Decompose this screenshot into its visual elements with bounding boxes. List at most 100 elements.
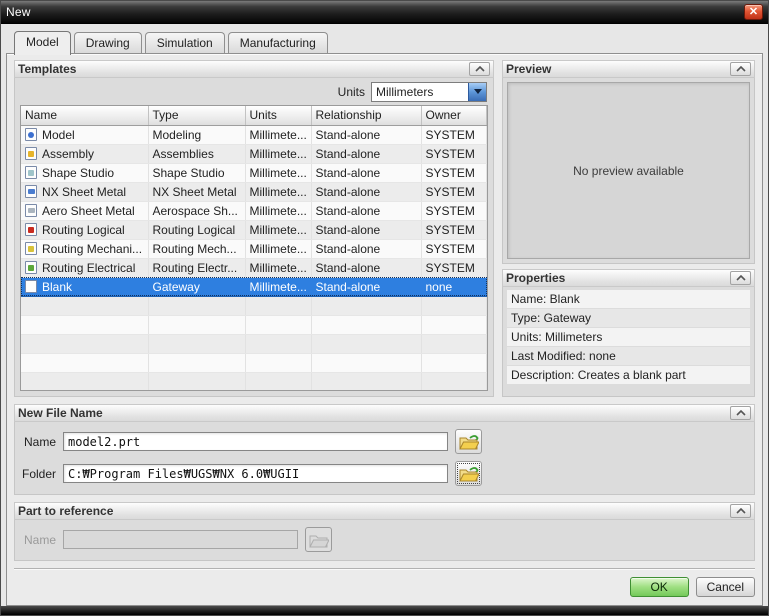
tab-drawing[interactable]: Drawing [73,32,142,54]
routing-mechanical-icon [25,241,37,255]
part-to-reference-header: Part to reference [14,502,755,520]
empty-cell [245,372,312,390]
chevron-up-icon [735,66,746,72]
column-header-name[interactable]: Name [21,106,149,126]
template-row-model[interactable]: Model Modeling Millimete... Stand-alone SYST… [21,125,487,145]
empty-cell [245,315,312,335]
template-row-assembly[interactable]: Assembly Assemblies Millimete... Stand-alon… [21,144,487,164]
property-row: Last Modified: none [507,347,750,365]
chevron-up-icon [474,66,485,72]
template-cell: Stand-alone [311,239,422,259]
empty-cell [245,334,312,354]
template-cell: Millimete... [245,144,312,164]
template-cell: Assemblies [148,144,246,164]
tab-bar: Model Drawing Simulation Manufacturing [6,30,763,55]
empty-cell [21,372,149,390]
empty-cell [21,334,149,354]
template-name-cell: Model [21,125,149,145]
template-row-blank[interactable]: Blank Gateway Millimete... Stand-alone none [21,277,487,297]
empty-cell [21,353,149,373]
dialog-body: Model Drawing Simulation Manufacturing Temp… [1,25,768,606]
new-file-name-header-label: New File Name [18,406,103,420]
reference-name-input [63,530,298,549]
column-header-units[interactable]: Units [245,106,312,126]
empty-cell [21,296,149,316]
templates-header: Templates [14,60,494,78]
cancel-button[interactable]: Cancel [695,577,755,597]
new-file-name-header: New File Name [14,404,755,422]
preview-header-label: Preview [506,62,552,76]
empty-cell [311,296,422,316]
part-to-reference-collapse-button[interactable] [730,504,751,518]
file-name-input[interactable] [63,432,448,451]
template-name-cell: Assembly [21,144,149,164]
empty-cell [311,334,422,354]
folder-path-input[interactable] [63,464,448,483]
column-header-relationship[interactable]: Relationship [311,106,422,126]
empty-cell [148,353,246,373]
properties-header-label: Properties [506,271,566,285]
empty-row [21,315,487,335]
folder-row: Folder [21,461,748,486]
empty-cell [311,372,422,390]
browse-folder-button[interactable] [455,461,482,486]
template-name-cell: Routing Logical [21,220,149,240]
template-cell: Millimete... [245,258,312,278]
blank-icon [25,279,37,293]
aero-sheet-metal-icon [25,203,37,217]
template-cell: Millimete... [245,220,312,240]
template-row-nx-sheet-metal[interactable]: NX Sheet Metal NX Sheet Metal Millimete...… [21,182,487,202]
new-dialog-window: New ✕ Model Drawing Simulation Manufacturin… [0,0,769,616]
file-name-label: Name [23,434,56,449]
properties-header: Properties [502,269,755,287]
template-row-shape-studio[interactable]: Shape Studio Shape Studio Millimete... Stan… [21,163,487,183]
column-header-owner[interactable]: Owner [421,106,487,126]
close-icon[interactable]: ✕ [744,4,763,20]
part-to-reference-body: Name [14,520,755,561]
ok-button[interactable]: OK [629,577,689,597]
folder-icon [308,535,329,547]
template-cell: Stand-alone [311,144,422,164]
browse-file-button[interactable] [455,429,482,454]
empty-cell [311,315,422,335]
preview-box: No preview available [507,82,750,259]
reference-name-row: Name [21,527,748,552]
template-row-routing-logical[interactable]: Routing Logical Routing Logical Millimete.… [21,220,487,240]
template-cell: Millimete... [245,125,312,145]
new-file-name-collapse-button[interactable] [730,406,751,420]
template-row-aero-sheet-metal[interactable]: Aero Sheet Metal Aerospace Sh... Millimete… [21,201,487,221]
tab-model[interactable]: Model [14,31,71,55]
templates-header-label: Templates [18,62,77,76]
template-cell: Routing Electr... [148,258,246,278]
empty-cell [421,372,487,390]
chevron-down-icon[interactable] [468,82,486,101]
units-label: Units [337,84,365,99]
preview-empty-text: No preview available [573,163,684,178]
empty-cell [148,372,246,390]
properties-collapse-button[interactable] [730,271,751,285]
property-row: Description: Creates a blank part [507,366,750,384]
title-bar: New ✕ [1,1,768,24]
open-folder-icon [458,434,479,449]
property-row: Units: Millimeters [507,328,750,346]
template-row-routing-mechani[interactable]: Routing Mechani... Routing Mech... Millime… [21,239,487,259]
template-cell: Millimete... [245,277,312,297]
column-header-type[interactable]: Type [148,106,246,126]
units-dropdown[interactable]: Millimeters [371,81,487,102]
template-cell: Millimete... [245,201,312,221]
assembly-icon [25,146,37,160]
empty-cell [421,315,487,335]
open-folder-icon [458,466,479,481]
empty-cell [421,296,487,316]
tab-simulation[interactable]: Simulation [144,32,225,54]
preview-collapse-button[interactable] [730,62,751,76]
empty-row [21,353,487,373]
template-cell: Millimete... [245,239,312,259]
template-name-cell: Routing Mechani... [21,239,149,259]
template-row-routing-electrical[interactable]: Routing Electrical Routing Electr... Milli… [21,258,487,278]
chevron-up-icon [735,275,746,281]
empty-row [21,372,487,390]
templates-collapse-button[interactable] [469,62,490,76]
tab-manufacturing[interactable]: Manufacturing [227,32,328,54]
empty-cell [245,296,312,316]
